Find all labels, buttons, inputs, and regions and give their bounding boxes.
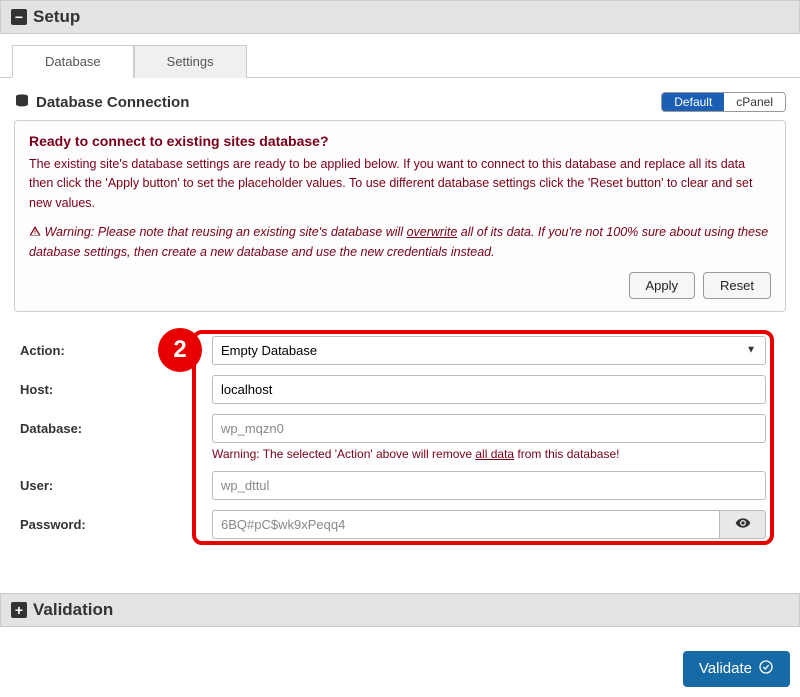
notice-body: The existing site's database settings ar… bbox=[29, 155, 771, 213]
toggle-password-button[interactable] bbox=[720, 510, 766, 539]
validation-header[interactable]: + Validation bbox=[0, 593, 800, 627]
apply-button[interactable]: Apply bbox=[629, 272, 696, 299]
user-input[interactable] bbox=[212, 471, 766, 500]
warning-underlined: overwrite bbox=[407, 225, 458, 239]
db-connection-header: Database Connection Default cPanel bbox=[14, 92, 786, 112]
database-label: Database: bbox=[14, 421, 212, 436]
setup-body: Database Connection Default cPanel Ready… bbox=[0, 77, 800, 565]
db-connection-title: Database Connection bbox=[36, 94, 189, 111]
mode-segmented: Default cPanel bbox=[661, 92, 786, 112]
db-form: 2 Action: Empty Database ▼ Host: Databas… bbox=[14, 330, 786, 545]
database-input[interactable] bbox=[212, 414, 766, 443]
database-icon bbox=[14, 93, 30, 112]
collapse-icon: − bbox=[11, 9, 27, 25]
tab-settings[interactable]: Settings bbox=[134, 45, 247, 78]
mode-cpanel[interactable]: cPanel bbox=[724, 93, 785, 111]
expand-icon: + bbox=[11, 602, 27, 618]
reset-button[interactable]: Reset bbox=[703, 272, 771, 299]
tabs: Database Settings bbox=[12, 44, 800, 77]
host-input[interactable] bbox=[212, 375, 766, 404]
connection-notice: Ready to connect to existing sites datab… bbox=[14, 120, 786, 312]
password-label: Password: bbox=[14, 517, 212, 532]
user-label: User: bbox=[14, 478, 212, 493]
notice-warning: Warning: Please note that reusing an exi… bbox=[29, 223, 771, 262]
action-select[interactable]: Empty Database bbox=[212, 336, 766, 365]
host-label: Host: bbox=[14, 382, 212, 397]
validation-title: Validation bbox=[33, 600, 113, 620]
notice-heading: Ready to connect to existing sites datab… bbox=[29, 133, 771, 149]
validate-button-label: Validate bbox=[699, 660, 752, 677]
mode-default[interactable]: Default bbox=[662, 93, 724, 111]
setup-header[interactable]: − Setup bbox=[0, 0, 800, 34]
password-input[interactable] bbox=[212, 510, 720, 539]
step-badge: 2 bbox=[158, 328, 202, 372]
check-circle-icon bbox=[758, 659, 774, 679]
warning-icon bbox=[29, 223, 41, 242]
eye-icon bbox=[735, 515, 751, 534]
warning-prefix: Warning: Please note that reusing an exi… bbox=[44, 225, 406, 239]
setup-title: Setup bbox=[33, 7, 80, 27]
tab-database[interactable]: Database bbox=[12, 45, 134, 78]
database-warning: Warning: The selected 'Action' above wil… bbox=[212, 447, 786, 461]
validate-button[interactable]: Validate bbox=[683, 651, 790, 687]
